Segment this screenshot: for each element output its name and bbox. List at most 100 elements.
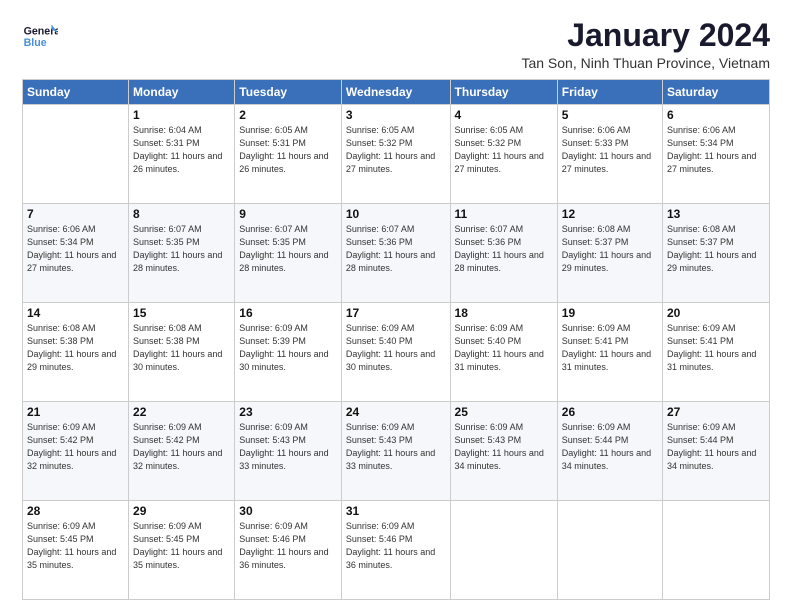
day-detail: Sunrise: 6:09 AMSunset: 5:45 PMDaylight:…: [27, 521, 116, 570]
day-number: 12: [562, 207, 658, 221]
calendar-cell: 15 Sunrise: 6:08 AMSunset: 5:38 PMDaylig…: [129, 303, 235, 402]
calendar-week-2: 7 Sunrise: 6:06 AMSunset: 5:34 PMDayligh…: [23, 204, 770, 303]
header-monday: Monday: [129, 80, 235, 105]
calendar-cell: 10 Sunrise: 6:07 AMSunset: 5:36 PMDaylig…: [341, 204, 450, 303]
day-number: 2: [239, 108, 337, 122]
day-detail: Sunrise: 6:07 AMSunset: 5:36 PMDaylight:…: [346, 224, 435, 273]
calendar-cell: 31 Sunrise: 6:09 AMSunset: 5:46 PMDaylig…: [341, 501, 450, 600]
day-detail: Sunrise: 6:07 AMSunset: 5:35 PMDaylight:…: [239, 224, 328, 273]
day-number: 27: [667, 405, 765, 419]
calendar-cell: 23 Sunrise: 6:09 AMSunset: 5:43 PMDaylig…: [235, 402, 342, 501]
calendar-cell: 9 Sunrise: 6:07 AMSunset: 5:35 PMDayligh…: [235, 204, 342, 303]
calendar-cell: 28 Sunrise: 6:09 AMSunset: 5:45 PMDaylig…: [23, 501, 129, 600]
day-number: 31: [346, 504, 446, 518]
day-number: 5: [562, 108, 658, 122]
day-detail: Sunrise: 6:07 AMSunset: 5:36 PMDaylight:…: [455, 224, 544, 273]
calendar-cell: 21 Sunrise: 6:09 AMSunset: 5:42 PMDaylig…: [23, 402, 129, 501]
calendar-week-3: 14 Sunrise: 6:08 AMSunset: 5:38 PMDaylig…: [23, 303, 770, 402]
day-number: 6: [667, 108, 765, 122]
calendar-cell: 13 Sunrise: 6:08 AMSunset: 5:37 PMDaylig…: [663, 204, 770, 303]
calendar-cell: 8 Sunrise: 6:07 AMSunset: 5:35 PMDayligh…: [129, 204, 235, 303]
day-detail: Sunrise: 6:04 AMSunset: 5:31 PMDaylight:…: [133, 125, 222, 174]
calendar-cell: [23, 105, 129, 204]
logo-icon: General Blue: [22, 18, 58, 54]
day-detail: Sunrise: 6:09 AMSunset: 5:41 PMDaylight:…: [562, 323, 651, 372]
day-detail: Sunrise: 6:09 AMSunset: 5:43 PMDaylight:…: [346, 422, 435, 471]
calendar-cell: 4 Sunrise: 6:05 AMSunset: 5:32 PMDayligh…: [450, 105, 557, 204]
calendar-cell: 27 Sunrise: 6:09 AMSunset: 5:44 PMDaylig…: [663, 402, 770, 501]
day-number: 14: [27, 306, 124, 320]
day-detail: Sunrise: 6:08 AMSunset: 5:37 PMDaylight:…: [667, 224, 756, 273]
day-detail: Sunrise: 6:09 AMSunset: 5:42 PMDaylight:…: [133, 422, 222, 471]
calendar-cell: 26 Sunrise: 6:09 AMSunset: 5:44 PMDaylig…: [557, 402, 662, 501]
day-number: 30: [239, 504, 337, 518]
day-detail: Sunrise: 6:09 AMSunset: 5:41 PMDaylight:…: [667, 323, 756, 372]
calendar-cell: 22 Sunrise: 6:09 AMSunset: 5:42 PMDaylig…: [129, 402, 235, 501]
header-saturday: Saturday: [663, 80, 770, 105]
title-block: January 2024 Tan Son, Ninh Thuan Provinc…: [521, 18, 770, 71]
calendar-cell: [557, 501, 662, 600]
logo: General Blue: [22, 18, 58, 54]
day-detail: Sunrise: 6:09 AMSunset: 5:42 PMDaylight:…: [27, 422, 116, 471]
day-number: 17: [346, 306, 446, 320]
calendar-cell: [450, 501, 557, 600]
calendar-cell: 3 Sunrise: 6:05 AMSunset: 5:32 PMDayligh…: [341, 105, 450, 204]
header-friday: Friday: [557, 80, 662, 105]
calendar-cell: [663, 501, 770, 600]
day-number: 19: [562, 306, 658, 320]
day-number: 4: [455, 108, 553, 122]
day-detail: Sunrise: 6:06 AMSunset: 5:33 PMDaylight:…: [562, 125, 651, 174]
calendar-cell: 2 Sunrise: 6:05 AMSunset: 5:31 PMDayligh…: [235, 105, 342, 204]
day-detail: Sunrise: 6:09 AMSunset: 5:46 PMDaylight:…: [346, 521, 435, 570]
day-detail: Sunrise: 6:05 AMSunset: 5:32 PMDaylight:…: [346, 125, 435, 174]
calendar-cell: 24 Sunrise: 6:09 AMSunset: 5:43 PMDaylig…: [341, 402, 450, 501]
day-detail: Sunrise: 6:09 AMSunset: 5:46 PMDaylight:…: [239, 521, 328, 570]
day-number: 21: [27, 405, 124, 419]
day-number: 18: [455, 306, 553, 320]
day-detail: Sunrise: 6:09 AMSunset: 5:44 PMDaylight:…: [562, 422, 651, 471]
day-number: 11: [455, 207, 553, 221]
day-number: 1: [133, 108, 230, 122]
day-number: 8: [133, 207, 230, 221]
day-detail: Sunrise: 6:09 AMSunset: 5:39 PMDaylight:…: [239, 323, 328, 372]
day-number: 9: [239, 207, 337, 221]
subtitle: Tan Son, Ninh Thuan Province, Vietnam: [521, 55, 770, 71]
day-number: 13: [667, 207, 765, 221]
day-detail: Sunrise: 6:09 AMSunset: 5:43 PMDaylight:…: [455, 422, 544, 471]
day-detail: Sunrise: 6:05 AMSunset: 5:31 PMDaylight:…: [239, 125, 328, 174]
calendar-cell: 19 Sunrise: 6:09 AMSunset: 5:41 PMDaylig…: [557, 303, 662, 402]
day-number: 29: [133, 504, 230, 518]
day-number: 15: [133, 306, 230, 320]
day-number: 28: [27, 504, 124, 518]
header: General Blue January 2024 Tan Son, Ninh …: [22, 18, 770, 71]
page: General Blue January 2024 Tan Son, Ninh …: [0, 0, 792, 612]
day-number: 26: [562, 405, 658, 419]
calendar-cell: 29 Sunrise: 6:09 AMSunset: 5:45 PMDaylig…: [129, 501, 235, 600]
calendar-cell: 25 Sunrise: 6:09 AMSunset: 5:43 PMDaylig…: [450, 402, 557, 501]
calendar-cell: 11 Sunrise: 6:07 AMSunset: 5:36 PMDaylig…: [450, 204, 557, 303]
calendar-table: Sunday Monday Tuesday Wednesday Thursday…: [22, 79, 770, 600]
calendar-cell: 5 Sunrise: 6:06 AMSunset: 5:33 PMDayligh…: [557, 105, 662, 204]
main-title: January 2024: [521, 18, 770, 53]
day-number: 3: [346, 108, 446, 122]
day-detail: Sunrise: 6:08 AMSunset: 5:38 PMDaylight:…: [133, 323, 222, 372]
day-detail: Sunrise: 6:08 AMSunset: 5:38 PMDaylight:…: [27, 323, 116, 372]
day-detail: Sunrise: 6:07 AMSunset: 5:35 PMDaylight:…: [133, 224, 222, 273]
calendar-cell: 7 Sunrise: 6:06 AMSunset: 5:34 PMDayligh…: [23, 204, 129, 303]
day-number: 25: [455, 405, 553, 419]
day-detail: Sunrise: 6:09 AMSunset: 5:43 PMDaylight:…: [239, 422, 328, 471]
day-number: 10: [346, 207, 446, 221]
day-detail: Sunrise: 6:05 AMSunset: 5:32 PMDaylight:…: [455, 125, 544, 174]
day-detail: Sunrise: 6:06 AMSunset: 5:34 PMDaylight:…: [667, 125, 756, 174]
calendar-cell: 30 Sunrise: 6:09 AMSunset: 5:46 PMDaylig…: [235, 501, 342, 600]
day-detail: Sunrise: 6:09 AMSunset: 5:44 PMDaylight:…: [667, 422, 756, 471]
calendar-week-4: 21 Sunrise: 6:09 AMSunset: 5:42 PMDaylig…: [23, 402, 770, 501]
calendar-week-5: 28 Sunrise: 6:09 AMSunset: 5:45 PMDaylig…: [23, 501, 770, 600]
day-number: 22: [133, 405, 230, 419]
day-detail: Sunrise: 6:09 AMSunset: 5:40 PMDaylight:…: [455, 323, 544, 372]
day-detail: Sunrise: 6:09 AMSunset: 5:40 PMDaylight:…: [346, 323, 435, 372]
header-thursday: Thursday: [450, 80, 557, 105]
calendar-cell: 17 Sunrise: 6:09 AMSunset: 5:40 PMDaylig…: [341, 303, 450, 402]
day-number: 20: [667, 306, 765, 320]
calendar-week-1: 1 Sunrise: 6:04 AMSunset: 5:31 PMDayligh…: [23, 105, 770, 204]
